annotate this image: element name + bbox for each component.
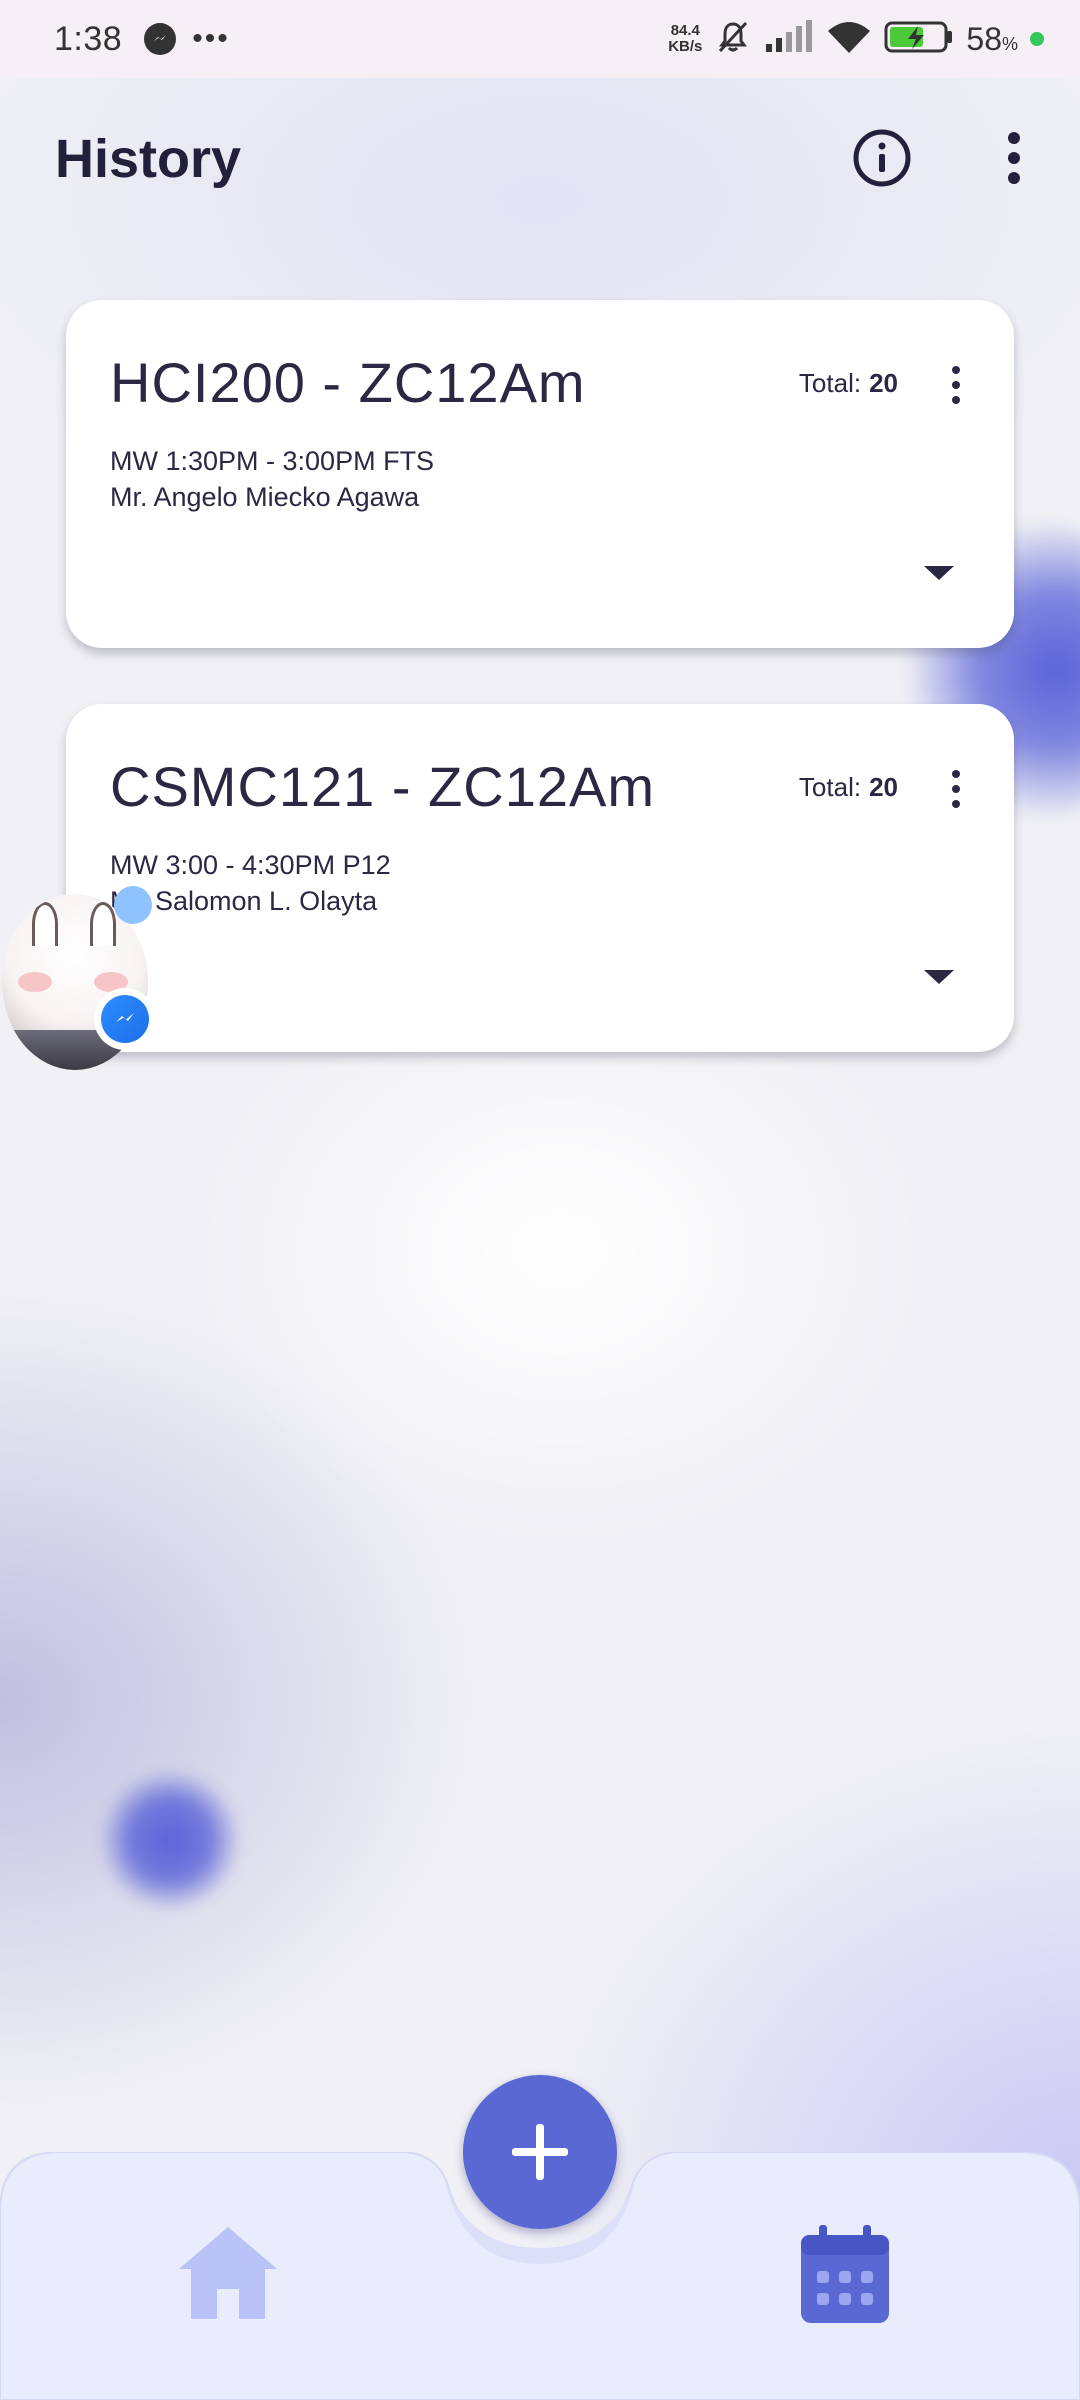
class-card-total: Total: 20 bbox=[799, 772, 898, 803]
signal-icon bbox=[764, 19, 814, 59]
status-bar: 1:38 ••• 84.4 KB/s 58% bbox=[0, 0, 1080, 78]
plus-icon bbox=[512, 2124, 568, 2180]
home-icon bbox=[179, 2227, 277, 2319]
privacy-indicator-dot bbox=[1030, 32, 1044, 46]
caret-down-icon[interactable] bbox=[924, 970, 954, 984]
battery-percent-unit: % bbox=[1001, 33, 1018, 54]
caret-down-icon[interactable] bbox=[924, 566, 954, 580]
status-time: 1:38 bbox=[54, 19, 123, 58]
class-card[interactable]: CSMC121 - ZC12Am Total: 20 MW 3:00 - 4:30… bbox=[66, 704, 1014, 1052]
bell-muted-icon bbox=[714, 18, 752, 61]
info-button[interactable] bbox=[850, 126, 914, 190]
more-notifications-icon: ••• bbox=[192, 22, 230, 55]
class-schedule: MW 1:30PM - 3:00PM FTS bbox=[110, 446, 435, 476]
more-vertical-icon bbox=[1008, 132, 1020, 184]
battery-percent-value: 58 bbox=[966, 20, 1002, 57]
info-icon bbox=[853, 129, 911, 187]
wifi-icon bbox=[826, 19, 872, 60]
nav-calendar-button[interactable] bbox=[790, 2220, 900, 2330]
class-instructor: Mr. Angelo Miecko Agawa bbox=[110, 482, 420, 512]
network-speed-unit: KB/s bbox=[668, 38, 703, 55]
decorative-blob bbox=[100, 1770, 240, 1910]
class-card-total: Total: 20 bbox=[799, 368, 898, 399]
card-menu-button[interactable] bbox=[944, 764, 968, 814]
class-schedule: MW 3:00 - 4:30PM P12 bbox=[110, 850, 391, 880]
messenger-notification-icon bbox=[144, 23, 177, 55]
class-card-title: CSMC121 - ZC12Am bbox=[110, 755, 656, 818]
network-speed-value: 84.4 bbox=[670, 22, 700, 39]
overflow-menu-button[interactable] bbox=[982, 126, 1046, 190]
page-title: History bbox=[55, 129, 242, 189]
battery-percent: 58% bbox=[966, 21, 1018, 58]
network-speed: 84.4 KB/s bbox=[668, 23, 702, 55]
card-menu-button[interactable] bbox=[944, 360, 968, 410]
messenger-icon bbox=[94, 988, 156, 1050]
chat-head-unread-dot bbox=[114, 886, 152, 924]
total-label: Total: bbox=[798, 368, 862, 398]
class-card-title: HCI200 - ZC12Am bbox=[110, 351, 586, 414]
total-value: 20 bbox=[869, 368, 898, 398]
total-value: 20 bbox=[869, 772, 898, 802]
battery-charging-icon bbox=[884, 20, 954, 59]
class-card[interactable]: HCI200 - ZC12Am Total: 20 MW 1:30PM - 3:0… bbox=[66, 300, 1014, 648]
total-label: Total: bbox=[798, 772, 862, 802]
add-button[interactable] bbox=[463, 2075, 617, 2229]
nav-home-button[interactable] bbox=[170, 2218, 286, 2328]
calendar-icon bbox=[801, 2225, 889, 2323]
